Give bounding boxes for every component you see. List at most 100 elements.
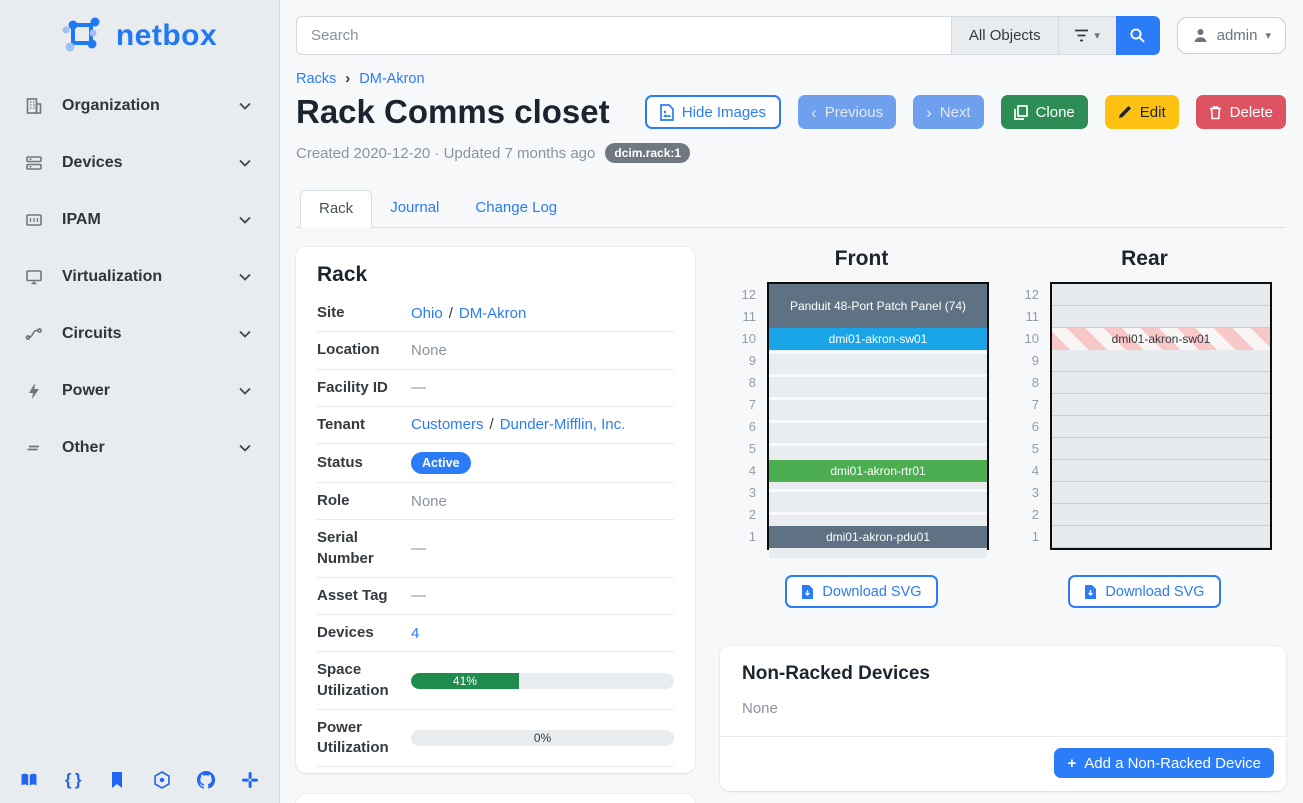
rear-elevation: Rear 121110987654321 dmi01-akron-sw01 Do… — [1003, 247, 1286, 608]
rack-unit-device[interactable]: dmi01-akron-pdu01 — [769, 526, 987, 548]
search-scope-button[interactable]: All Objects — [951, 16, 1058, 55]
unit-number: 4 — [1017, 460, 1039, 482]
field-value: None — [411, 342, 447, 359]
site-link[interactable]: DM-Akron — [459, 305, 527, 322]
file-download-icon — [801, 584, 814, 600]
netbox-logo[interactable]: netbox — [0, 0, 279, 68]
sidebar-item-circuits[interactable]: Circuits — [4, 314, 275, 354]
unit-number: 11 — [734, 306, 756, 328]
next-label: Next — [940, 104, 971, 121]
empty-rack-unit — [1052, 482, 1270, 504]
tab-journal[interactable]: Journal — [372, 190, 457, 227]
download-svg-label: Download SVG — [1105, 584, 1204, 600]
rack-unit-device[interactable]: dmi01-akron-rtr01 — [769, 460, 987, 482]
ipam-icon — [24, 209, 46, 231]
tab-change-log[interactable]: Change Log — [457, 190, 575, 227]
rack-unit-device[interactable]: dmi01-akron-sw01 — [1052, 328, 1270, 350]
bookmark-icon[interactable] — [106, 769, 128, 791]
field-label: Location — [317, 340, 411, 360]
sidebar-item-label: IPAM — [62, 211, 237, 229]
logo-text: netbox — [116, 19, 217, 53]
unit-number: 3 — [734, 482, 756, 504]
account-menu-button[interactable]: admin ▾ — [1177, 17, 1286, 54]
field-site: Site Ohio / DM-Akron — [317, 295, 674, 332]
unit-numbers: 121110987654321 — [734, 282, 756, 550]
tab-rack[interactable]: Rack — [300, 190, 372, 228]
sidebar: netbox Organization Devices — [0, 0, 280, 803]
field-value: — — [411, 587, 426, 604]
rack-unit-device[interactable]: dmi01-akron-sw01 — [769, 328, 987, 350]
hide-images-label: Hide Images — [682, 104, 766, 121]
trash-icon — [1209, 105, 1222, 120]
code-braces-icon[interactable]: { } — [62, 769, 84, 791]
github-icon[interactable] — [195, 769, 217, 791]
clone-label: Clone — [1036, 104, 1075, 121]
page-header: Rack Comms closet Hide Images ‹ Previous… — [296, 93, 1286, 131]
add-non-racked-device-button[interactable]: + Add a Non-Racked Device — [1054, 748, 1274, 778]
download-svg-rear-button[interactable]: Download SVG — [1068, 575, 1220, 608]
field-facility-id: Facility ID — — [317, 370, 674, 407]
chevron-down-icon — [237, 155, 253, 171]
netbox-community-icon[interactable] — [151, 769, 173, 791]
delete-label: Delete — [1230, 104, 1273, 121]
devices-count-link[interactable]: 4 — [411, 625, 419, 642]
field-label: Power Utilization — [317, 718, 411, 759]
search-filter-button[interactable]: ▾ — [1058, 16, 1116, 55]
sidebar-item-power[interactable]: Power — [4, 371, 275, 411]
empty-rack-unit — [769, 377, 987, 399]
previous-button[interactable]: ‹ Previous — [798, 95, 896, 129]
sidebar-item-other[interactable]: Other — [4, 428, 275, 468]
chevron-right-icon: › — [926, 104, 932, 121]
rack-unit-device[interactable]: Panduit 48-Port Patch Panel (74) — [769, 284, 987, 328]
unit-number: 12 — [734, 284, 756, 306]
unit-number: 12 — [1017, 284, 1039, 306]
tenant-link[interactable]: Dunder-Mifflin, Inc. — [500, 416, 626, 433]
copy-icon — [1014, 105, 1028, 120]
tenant-group-link[interactable]: Customers — [411, 416, 484, 433]
next-button[interactable]: › Next — [913, 95, 984, 129]
file-download-icon — [1084, 584, 1097, 600]
empty-rack-unit — [1052, 416, 1270, 438]
empty-rack-unit — [769, 354, 987, 376]
site-region-link[interactable]: Ohio — [411, 305, 443, 322]
search-submit-button[interactable] — [1116, 16, 1160, 55]
other-lines-icon — [24, 437, 46, 459]
clone-button[interactable]: Clone — [1001, 95, 1088, 129]
search-input[interactable] — [296, 16, 951, 55]
breadcrumb-racks-link[interactable]: Racks — [296, 71, 336, 87]
page-title: Rack Comms closet — [296, 93, 645, 131]
field-tenant: Tenant Customers / Dunder-Mifflin, Inc. — [317, 407, 674, 444]
add-non-racked-device-label: Add a Non-Racked Device — [1084, 755, 1261, 772]
tab-bar: Rack Journal Change Log — [296, 190, 1286, 228]
field-status: Status Active — [317, 444, 674, 483]
breadcrumb-site-link[interactable]: DM-Akron — [359, 71, 424, 87]
docs-icon[interactable] — [18, 769, 40, 791]
chevron-down-icon — [237, 98, 253, 114]
unit-number: 7 — [734, 394, 756, 416]
global-search: All Objects ▾ — [296, 16, 1160, 55]
separator: / — [490, 416, 494, 433]
server-icon — [24, 152, 46, 174]
download-svg-front-button[interactable]: Download SVG — [785, 575, 937, 608]
empty-rack-unit — [769, 423, 987, 445]
sidebar-item-devices[interactable]: Devices — [4, 143, 275, 183]
field-value: None — [411, 493, 447, 510]
slack-icon[interactable] — [239, 769, 261, 791]
empty-rack-unit — [1052, 306, 1270, 328]
field-value: — — [411, 379, 426, 396]
sidebar-item-organization[interactable]: Organization — [4, 86, 275, 126]
next-card-partial — [296, 794, 695, 803]
delete-button[interactable]: Delete — [1196, 95, 1286, 129]
sidebar-item-label: Organization — [62, 97, 237, 115]
main-content: All Objects ▾ admin ▾ Racks › DM-Akron R… — [280, 0, 1303, 803]
rack-details-card: Rack Site Ohio / DM-Akron Location None … — [296, 247, 695, 773]
empty-rack-unit — [1052, 460, 1270, 482]
edit-button[interactable]: Edit — [1105, 95, 1179, 129]
non-racked-devices-title: Non-Racked Devices — [742, 663, 1264, 685]
sidebar-item-ipam[interactable]: IPAM — [4, 200, 275, 240]
hide-images-button[interactable]: Hide Images — [645, 95, 781, 129]
sidebar-item-virtualization[interactable]: Virtualization — [4, 257, 275, 297]
empty-rack-unit — [1052, 526, 1270, 548]
empty-rack-unit — [769, 492, 987, 514]
created-updated-text: Created 2020-12-20 · Updated 7 months ag… — [296, 145, 595, 162]
